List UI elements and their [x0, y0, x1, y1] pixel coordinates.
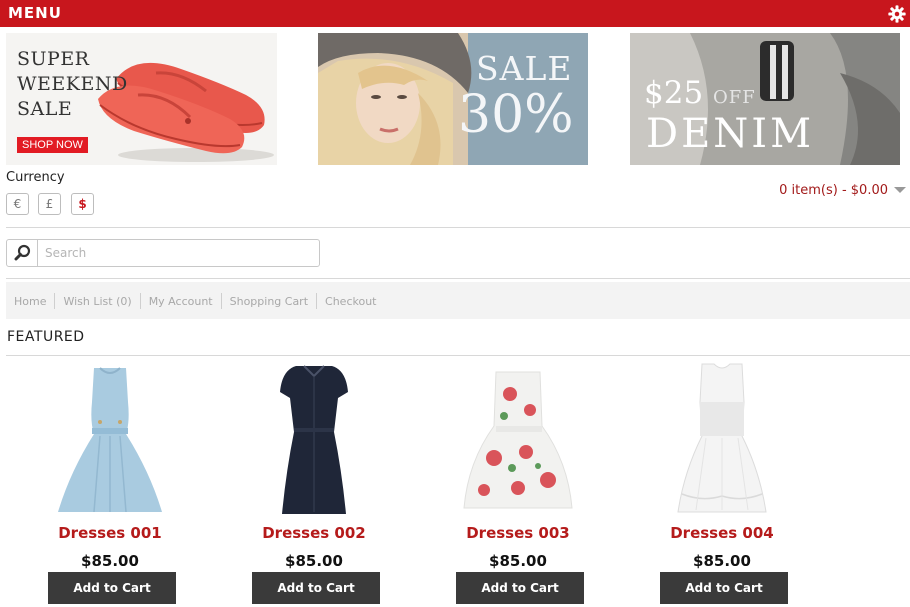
product-image-dress-003[interactable] [438, 362, 598, 520]
menu-button[interactable]: MENU [8, 5, 62, 22]
product-image-dress-002[interactable] [234, 362, 394, 520]
product-card: Dresses 002 $85.00 Add to Cart [234, 362, 394, 604]
currency-label: Currency [6, 170, 65, 185]
banner-denim[interactable]: $25 OFF DENIM [630, 33, 900, 165]
cart-summary[interactable]: 0 item(s) - $0.00 [779, 183, 888, 198]
banner-1-headline: SUPER WEEKEND SALE [17, 48, 128, 120]
product-price: $85.00 [285, 552, 343, 570]
nav-separator [54, 293, 56, 309]
nav-separator [220, 293, 222, 309]
product-price: $85.00 [693, 552, 751, 570]
banner-2-sale-text: SALE [476, 49, 573, 88]
nav-separator [316, 293, 318, 309]
search-box [6, 239, 320, 267]
gear-icon[interactable] [888, 5, 906, 23]
shop-now-button[interactable]: SHOP NOW [17, 137, 88, 153]
banner-3-denim-text: DENIM [646, 111, 815, 157]
product-name[interactable]: Dresses 001 [30, 524, 190, 542]
search-input[interactable] [45, 244, 315, 262]
product-price: $85.00 [81, 552, 139, 570]
banner-3-price: $25 OFF [644, 75, 756, 111]
divider [6, 278, 910, 279]
currency-pound-button[interactable]: £ [38, 193, 61, 215]
search-button[interactable] [7, 240, 38, 266]
product-card: Dresses 001 $85.00 Add to Cart [30, 362, 190, 604]
add-to-cart-button[interactable]: Add to Cart [456, 572, 584, 604]
banner-2-percent-text: 30% [458, 85, 574, 145]
product-price: $85.00 [489, 552, 547, 570]
currency-euro-button[interactable]: € [6, 193, 29, 215]
breadcrumb-nav: Home Wish List (0) My Account Shopping C… [6, 282, 910, 319]
currency-dollar-button[interactable]: $ [71, 193, 94, 215]
product-image-dress-004[interactable] [642, 362, 802, 520]
banner-sale-30[interactable]: SALE 30% [318, 33, 588, 165]
nav-link-checkout[interactable]: Checkout [325, 295, 376, 308]
add-to-cart-button[interactable]: Add to Cart [660, 572, 788, 604]
add-to-cart-button[interactable]: Add to Cart [48, 572, 176, 604]
nav-link-home[interactable]: Home [14, 295, 46, 308]
divider [6, 355, 910, 356]
top-menu-bar: MENU [0, 0, 910, 27]
product-name[interactable]: Dresses 004 [642, 524, 802, 542]
nav-link-shopping-cart[interactable]: Shopping Cart [230, 295, 308, 308]
product-name[interactable]: Dresses 003 [438, 524, 598, 542]
nav-separator [139, 293, 141, 309]
featured-heading: FEATURED [7, 329, 85, 345]
nav-link-wish-list[interactable]: Wish List (0) [63, 295, 131, 308]
product-image-dress-001[interactable] [30, 362, 190, 520]
chevron-down-icon[interactable] [894, 187, 906, 193]
product-card: Dresses 003 $85.00 Add to Cart [438, 362, 598, 604]
product-name[interactable]: Dresses 002 [234, 524, 394, 542]
add-to-cart-button[interactable]: Add to Cart [252, 572, 380, 604]
product-card: Dresses 004 $85.00 Add to Cart [642, 362, 802, 604]
search-icon [14, 244, 31, 261]
banner-weekend-sale[interactable]: SUPER WEEKEND SALE SHOP NOW [6, 33, 277, 165]
divider [6, 227, 910, 228]
nav-link-my-account[interactable]: My Account [149, 295, 213, 308]
